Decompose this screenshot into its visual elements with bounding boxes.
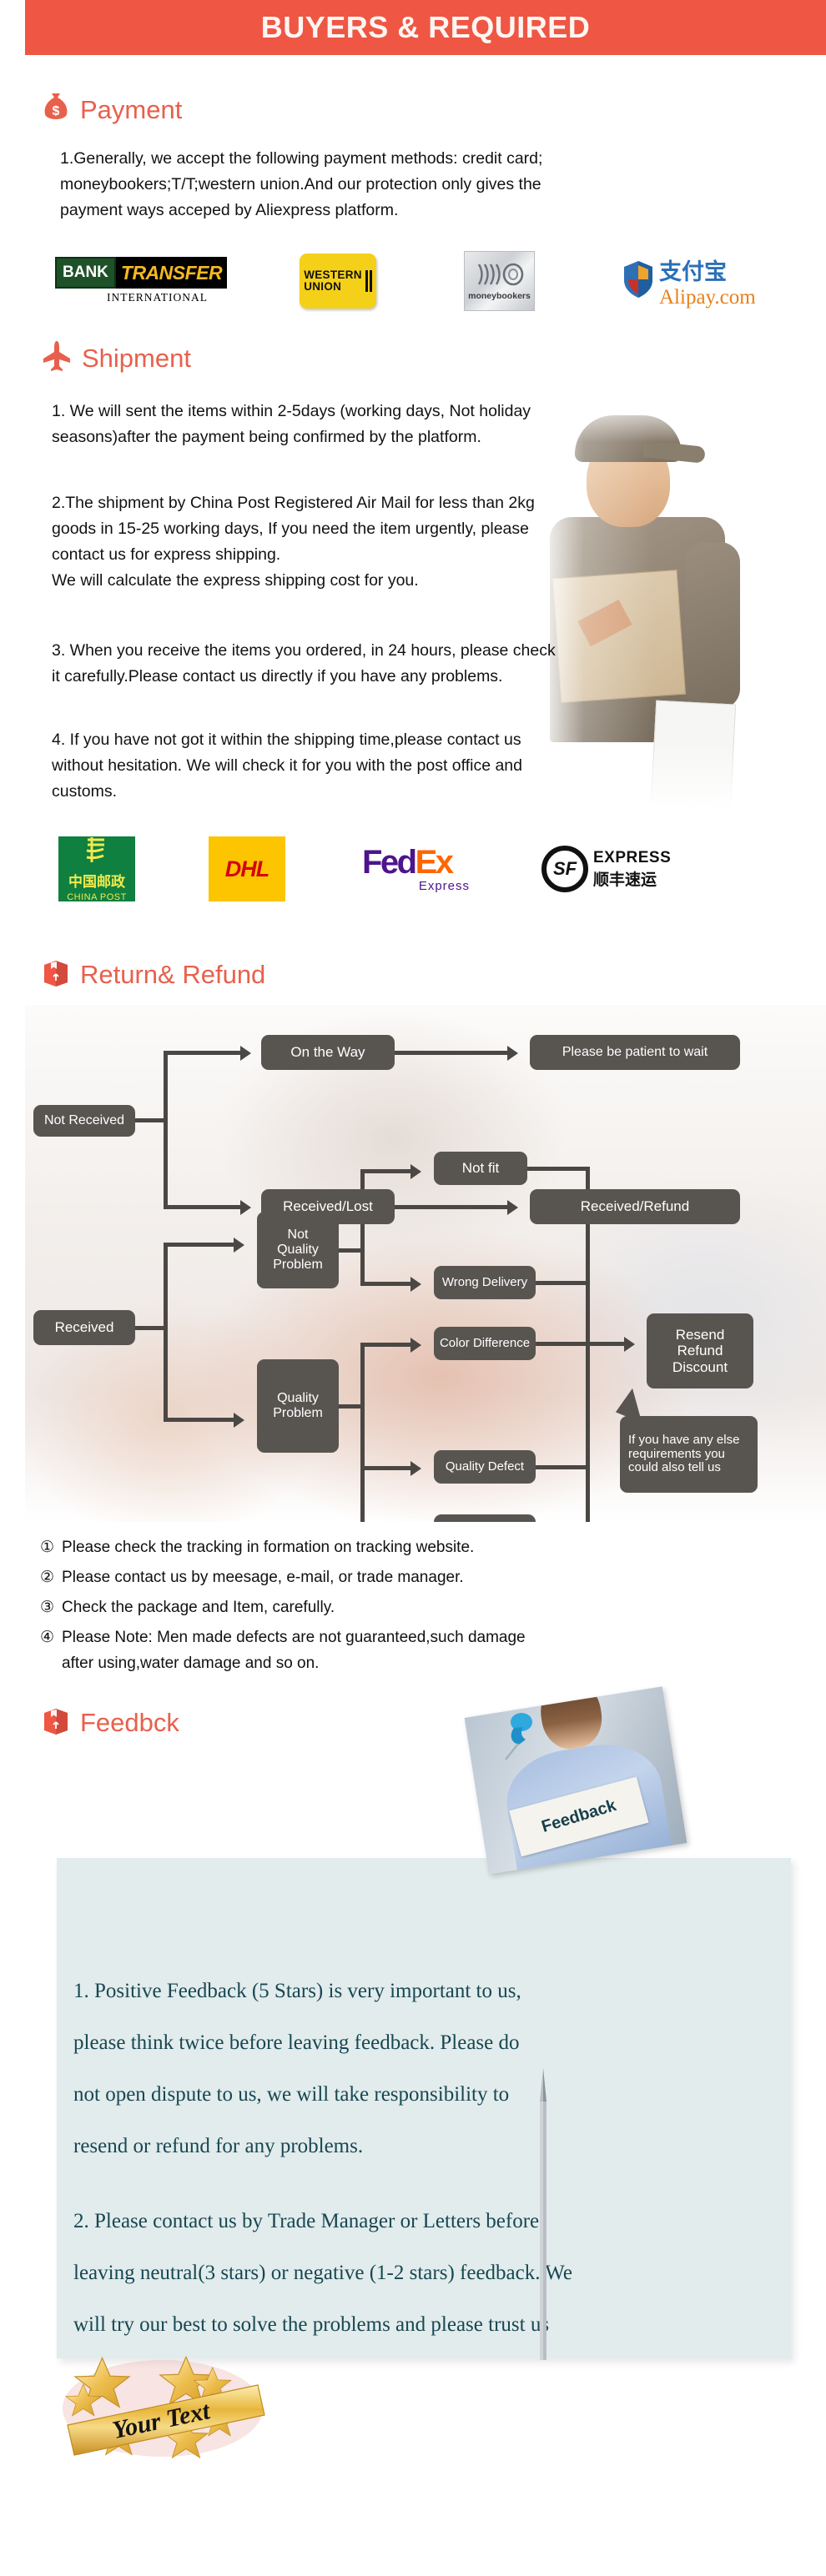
list-marker: ③ — [40, 1599, 55, 1616]
list-item: ② Please contact us by meesage, e-mail, … — [40, 1564, 791, 1590]
feedback-photo: Feedback — [464, 1686, 687, 1875]
flow-node-received-refund: Received/Refund — [530, 1189, 740, 1224]
bank-transfer-secondary: TRANSFER — [115, 257, 228, 289]
sf-mark-icon: SF — [541, 846, 588, 892]
western-union-bars-icon — [365, 270, 372, 292]
section-title-payment: Payment — [80, 94, 183, 124]
western-union-logo: WESTERN UNION — [300, 254, 376, 309]
flow-node-on-the-way: On the Way — [261, 1035, 395, 1070]
feedback-paragraph-1: 1. Positive Feedback (5 Stars) is very i… — [73, 1980, 521, 2157]
flow-node-not-quality-problem: Not Quality Problem — [257, 1212, 339, 1288]
flow-node-resend-refund-discount: Resend Refund Discount — [647, 1313, 753, 1388]
bank-transfer-sub: INTERNATIONAL — [107, 291, 208, 304]
return-box-icon — [42, 957, 70, 992]
feedback-sign-text: Feedback — [539, 1796, 619, 1837]
moneybookers-label: moneybookers — [468, 290, 531, 301]
fedex-ex-text: Ex — [415, 843, 454, 881]
bank-transfer-primary: BANK — [55, 257, 116, 289]
western-union-line2: UNION — [304, 280, 342, 293]
alipay-english-text: Alipay.com — [659, 285, 756, 309]
your-text-badge: Your Text — [46, 2335, 280, 2468]
feedback-paragraph-2: 2. Please contact us by Trade Manager or… — [73, 2210, 572, 2336]
flow-node-color-difference: Color Difference — [434, 1327, 536, 1360]
china-post-emblem-icon — [84, 836, 109, 868]
fedex-fed-text: Fed — [362, 843, 417, 881]
shipment-body-2: 2.The shipment by China Post Registered … — [52, 494, 535, 590]
flow-node-not-fit: Not fit — [434, 1152, 527, 1185]
pushpin-icon — [501, 1711, 544, 1761]
page-header-bar: BUYERS & REQUIRED — [25, 0, 826, 55]
list-text: Please Note: Men made defects are not gu… — [62, 1629, 526, 1672]
flow-node-wrong-delivery: Wrong Delivery — [434, 1266, 536, 1299]
flow-node-callout: If you have any else requirements you co… — [620, 1416, 758, 1493]
moneybookers-logo: moneybookers — [464, 251, 535, 311]
list-marker: ② — [40, 1569, 55, 1586]
payment-logos-row: BANK TRANSFER INTERNATIONAL WESTERN UNIO… — [55, 244, 798, 319]
china-post-logo: 中国邮政 CHINA POST — [58, 836, 135, 902]
list-item: ① Please check the tracking in formation… — [40, 1534, 791, 1560]
section-heading-shipment: Shipment — [42, 340, 191, 376]
flow-node-quality-problem: Quality Problem — [257, 1359, 339, 1453]
bank-transfer-logo: BANK TRANSFER INTERNATIONAL — [55, 257, 228, 305]
moneybookers-wave-icon — [474, 262, 526, 291]
shipment-body-1: 1. We will sent the items within 2-5days… — [52, 402, 531, 446]
china-post-english: CHINA POST — [67, 892, 127, 902]
section-heading-feedback: Feedbck — [42, 1705, 179, 1740]
return-refund-flowchart: Not Received On the Way Please be patien… — [25, 1005, 826, 1522]
alipay-shield-icon — [622, 260, 654, 303]
list-marker: ④ — [40, 1629, 55, 1646]
flow-node-damage: Damage — [434, 1514, 536, 1522]
shipment-body-3: 3. When you receive the items you ordere… — [52, 641, 556, 685]
section-heading-payment: $ Payment — [42, 92, 182, 128]
western-union-line1: WESTERN — [304, 269, 362, 281]
fedex-logo: FedEx Express — [362, 846, 483, 893]
section-title-shipment: Shipment — [82, 343, 191, 373]
sf-express-logo: SF EXPRESS 顺丰速运 — [541, 846, 671, 892]
dhl-logo: DHL — [209, 836, 285, 901]
alipay-chinese-text: 支付宝 — [659, 259, 727, 285]
list-item: ③ Check the package and Item, carefully. — [40, 1594, 791, 1620]
list-text: Check the package and Item, carefully. — [62, 1599, 335, 1616]
airplane-icon — [42, 340, 72, 376]
shipment-body-4: 4. If you have not got it within the shi… — [52, 731, 522, 801]
page-root: BUYERS & REQUIRED $ Payment 1.Generally,… — [0, 0, 826, 2576]
pen-decoration — [534, 2068, 552, 2360]
flow-node-quality-defect: Quality Defect — [434, 1450, 536, 1484]
return-box-icon — [42, 1705, 70, 1740]
section-title-feedback: Feedbck — [80, 1707, 179, 1737]
list-item: ④ Please Note: Men made defects are not … — [40, 1624, 791, 1676]
section-heading-return-refund: Return& Refund — [42, 957, 265, 992]
flow-node-not-received: Not Received — [33, 1105, 135, 1137]
flow-node-please-wait: Please be patient to wait — [530, 1035, 740, 1070]
alipay-logo: 支付宝 Alipay.com — [622, 254, 768, 309]
sf-english-text: EXPRESS — [593, 848, 672, 866]
money-bag-icon: $ — [42, 92, 70, 128]
flow-node-received: Received — [33, 1310, 135, 1345]
svg-text:$: $ — [53, 104, 60, 118]
feedback-text-block: 1. Positive Feedback (5 Stars) is very i… — [73, 1914, 741, 2403]
return-refund-notes-list: ① Please check the tracking in formation… — [40, 1534, 791, 1680]
dhl-wordmark: DHL — [224, 856, 269, 881]
payment-body-text: 1.Generally, we accept the following pay… — [60, 149, 543, 219]
list-text: Please check the tracking in formation o… — [62, 1539, 475, 1556]
shipment-logos-row: 中国邮政 CHINA POST DHL FedEx Express SF EXP… — [58, 834, 809, 904]
page-title: BUYERS & REQUIRED — [260, 10, 591, 44]
section-title-return-refund: Return& Refund — [80, 959, 266, 989]
fedex-sub-text: Express — [418, 878, 470, 893]
list-text: Please contact us by meesage, e-mail, or… — [62, 1569, 464, 1586]
sf-mark-text: SF — [552, 858, 577, 879]
sf-chinese-text: 顺丰速运 — [593, 870, 657, 889]
china-post-chinese: 中国邮政 — [68, 874, 125, 891]
list-marker: ① — [40, 1539, 55, 1556]
